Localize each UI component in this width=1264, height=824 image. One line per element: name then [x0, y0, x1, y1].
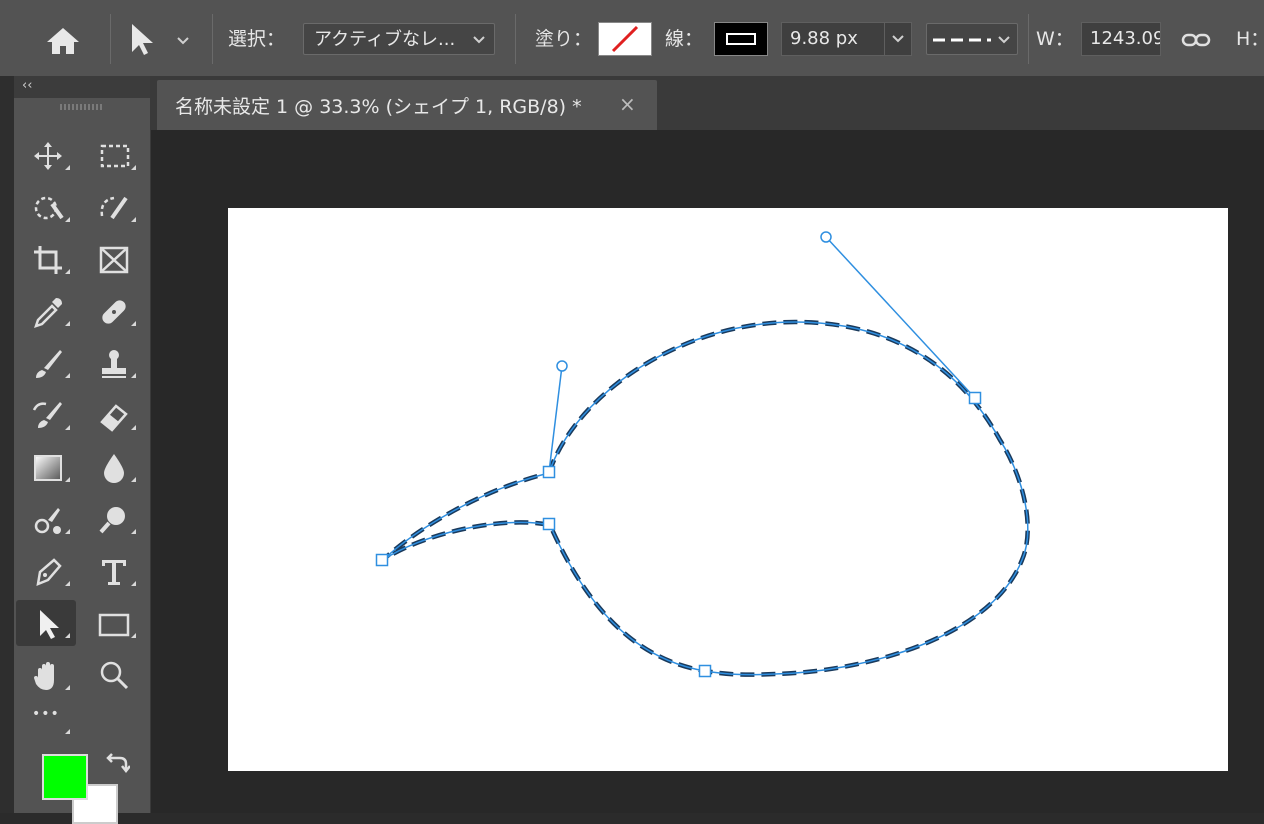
direction-handle[interactable]	[556, 360, 568, 372]
shape-path-overlay[interactable]	[0, 0, 1264, 813]
anchor-point[interactable]	[542, 517, 556, 531]
anchor-point[interactable]	[968, 391, 982, 405]
direction-line[interactable]	[825, 236, 976, 399]
path-outline[interactable]	[382, 321, 1029, 676]
direction-handle[interactable]	[820, 231, 832, 243]
anchor-point[interactable]	[698, 664, 712, 678]
anchor-point[interactable]	[542, 465, 556, 479]
foreground-color-swatch[interactable]	[42, 754, 88, 800]
anchor-point[interactable]	[375, 553, 389, 567]
